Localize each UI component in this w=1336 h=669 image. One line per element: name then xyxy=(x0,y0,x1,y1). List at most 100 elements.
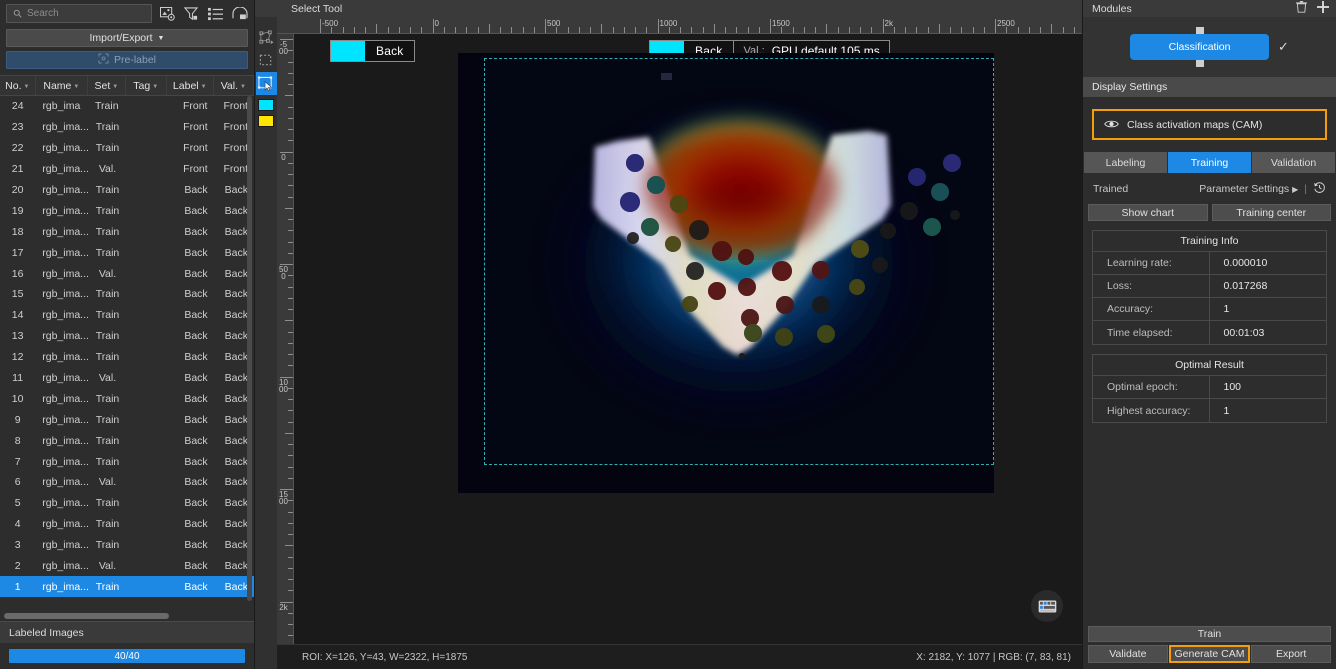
table-row[interactable]: 13 rgb_ima... Train Back Back xyxy=(0,326,254,347)
cell-set: Train xyxy=(95,225,120,238)
cell-no: 16 xyxy=(11,267,24,280)
swatch-yellow[interactable] xyxy=(258,115,274,127)
ruler-minor-tick xyxy=(288,466,293,468)
training-center-button[interactable]: Training center xyxy=(1211,204,1331,221)
table-column-header-no[interactable]: No. ▼ xyxy=(0,76,36,95)
ruler-minor-tick xyxy=(288,61,293,63)
train-button[interactable]: Train xyxy=(1088,626,1331,642)
keyboard-shortcuts-button[interactable] xyxy=(1031,590,1063,622)
cell-no: 21 xyxy=(11,163,24,176)
chevron-down-icon: ▼ xyxy=(157,34,165,42)
table-row[interactable]: 12 rgb_ima... Train Back Back xyxy=(0,347,254,368)
column-label: Name xyxy=(43,79,72,92)
search-input[interactable]: Search xyxy=(6,4,152,23)
ruler-minor-tick xyxy=(747,27,749,33)
ruler-minor-tick xyxy=(691,27,693,33)
transform-tool-icon[interactable] xyxy=(256,26,277,49)
parameter-settings-button[interactable]: Parameter Settings ▶ xyxy=(1199,183,1298,195)
table-column-header-val[interactable]: Val. ▼ xyxy=(214,76,254,95)
vertical-ruler[interactable]: -500 0 500 1000 1500 2k xyxy=(277,34,294,669)
info-value: 1 xyxy=(1223,404,1230,417)
cell-label: Back xyxy=(184,476,208,489)
table-horizontal-scrollbar[interactable] xyxy=(4,613,169,619)
table-row[interactable]: 23 rgb_ima... Train Front Front xyxy=(0,117,254,138)
validate-button[interactable]: Validate xyxy=(1088,645,1168,663)
ruler-minor-tick xyxy=(758,27,760,33)
table-column-header-tag[interactable]: Tag ▼ xyxy=(126,76,167,95)
table-column-header-name[interactable]: Name ▼ xyxy=(36,76,89,95)
swatch-cyan[interactable] xyxy=(258,99,274,111)
table-row[interactable]: 10 rgb_ima... Train Back Back xyxy=(0,388,254,409)
pre-label-button[interactable]: Pre-label xyxy=(6,51,248,69)
horizontal-ruler[interactable]: -5000500100015002k25003k xyxy=(277,17,1082,34)
node-output-port[interactable] xyxy=(1195,60,1204,67)
ruler-major-tick xyxy=(882,19,884,33)
table-row[interactable]: 3 rgb_ima... Train Back Back xyxy=(0,535,254,556)
classification-node[interactable]: Classification xyxy=(1130,27,1270,67)
cell-name: rgb_ima... xyxy=(42,580,89,593)
table-row[interactable]: 1 rgb_ima... Train Back Back xyxy=(0,576,254,598)
tab-training[interactable]: Training xyxy=(1168,152,1251,173)
table-row[interactable]: 15 rgb_ima... Train Back Back xyxy=(0,284,254,305)
image-viewport[interactable]: Back Back Val.: GPU default 105 ms xyxy=(294,34,1082,644)
marquee-select-tool-icon[interactable] xyxy=(256,49,277,72)
class-activation-maps-toggle[interactable]: Class activation maps (CAM) xyxy=(1092,109,1327,140)
export-button[interactable]: Export xyxy=(1251,645,1332,663)
import-export-button[interactable]: Import/Export ▼ xyxy=(6,29,248,47)
table-row[interactable]: 16 rgb_ima... Val. Back Back xyxy=(0,263,254,284)
info-value: 0.000010 xyxy=(1223,257,1268,269)
ruler-minor-tick xyxy=(702,27,704,33)
table-vertical-scrollbar[interactable] xyxy=(247,96,252,601)
trash-icon[interactable] xyxy=(1296,1,1307,16)
table-column-header-set[interactable]: Set ▼ xyxy=(88,76,126,95)
table-row[interactable]: 17 rgb_ima... Train Back Back xyxy=(0,242,254,263)
display-settings-header: Display Settings xyxy=(1083,77,1336,97)
ruler-minor-tick xyxy=(288,185,293,187)
table-row[interactable]: 22 rgb_ima... Train Front Front xyxy=(0,138,254,159)
node-input-port[interactable] xyxy=(1195,27,1204,34)
training-actions-row: Show chart Training center xyxy=(1083,197,1336,221)
select-tool-icon[interactable] xyxy=(255,72,277,95)
cell-name: rgb_ima... xyxy=(42,121,89,134)
ruler-minor-tick xyxy=(288,522,293,524)
history-icon[interactable] xyxy=(1313,181,1326,197)
table-row[interactable]: 11 rgb_ima... Val. Back Back xyxy=(0,368,254,389)
table-row[interactable]: 14 rgb_ima... Train Back Back xyxy=(0,305,254,326)
ruler-minor-tick xyxy=(837,27,839,33)
ruler-minor-tick xyxy=(556,27,558,33)
table-row[interactable]: 4 rgb_ima... Train Back Back xyxy=(0,514,254,535)
table-row[interactable]: 19 rgb_ima... Train Back Back xyxy=(0,200,254,221)
canvas-status-bar: ROI: X=126, Y=43, W=2322, H=1875 X: 2182… xyxy=(255,644,1082,669)
table-row[interactable]: 18 rgb_ima... Train Back Back xyxy=(0,221,254,242)
tab-validation[interactable]: Validation xyxy=(1252,152,1335,173)
node-enabled-check-icon[interactable]: ✓ xyxy=(1278,39,1289,55)
layout-icon[interactable] xyxy=(231,5,248,22)
tab-labeling[interactable]: Labeling xyxy=(1084,152,1167,173)
optimal-result-row: Highest accuracy: 1 xyxy=(1093,399,1326,422)
cell-label: Back xyxy=(184,330,208,343)
table-row[interactable]: 7 rgb_ima... Train Back Back xyxy=(0,451,254,472)
cell-tag xyxy=(126,430,167,451)
filter-icon[interactable] xyxy=(183,5,200,22)
table-row[interactable]: 5 rgb_ima... Train Back Back xyxy=(0,493,254,514)
ruler-minor-tick xyxy=(792,27,794,33)
table-row[interactable]: 24 rgb_ima Train Front Front xyxy=(0,96,254,117)
sort-caret-icon: ▼ xyxy=(112,83,119,90)
image-settings-icon[interactable] xyxy=(159,5,176,22)
tool-title-bar: Select Tool xyxy=(255,0,1082,17)
show-chart-button[interactable]: Show chart xyxy=(1088,204,1208,221)
table-body[interactable]: 24 rgb_ima Train Front Front 23 rgb_ima... Trai… xyxy=(0,96,254,612)
ruler-major-tick xyxy=(320,19,321,33)
table-column-header-label[interactable]: Label ▼ xyxy=(167,76,214,95)
table-row[interactable]: 8 rgb_ima... Train Back Back xyxy=(0,430,254,451)
generate-cam-button[interactable]: Generate CAM xyxy=(1168,645,1251,663)
table-row[interactable]: 20 rgb_ima... Train Back Back xyxy=(0,180,254,201)
ruler-minor-tick xyxy=(567,27,569,33)
list-view-icon[interactable] xyxy=(207,5,224,22)
selection-dashed-rect[interactable] xyxy=(484,58,994,465)
table-row[interactable]: 2 rgb_ima... Val. Back Back xyxy=(0,556,254,577)
table-row[interactable]: 9 rgb_ima... Train Back Back xyxy=(0,409,254,430)
plus-icon[interactable] xyxy=(1317,1,1329,16)
table-row[interactable]: 21 rgb_ima... Val. Front Front xyxy=(0,159,254,180)
table-row[interactable]: 6 rgb_ima... Val. Back Back xyxy=(0,472,254,493)
